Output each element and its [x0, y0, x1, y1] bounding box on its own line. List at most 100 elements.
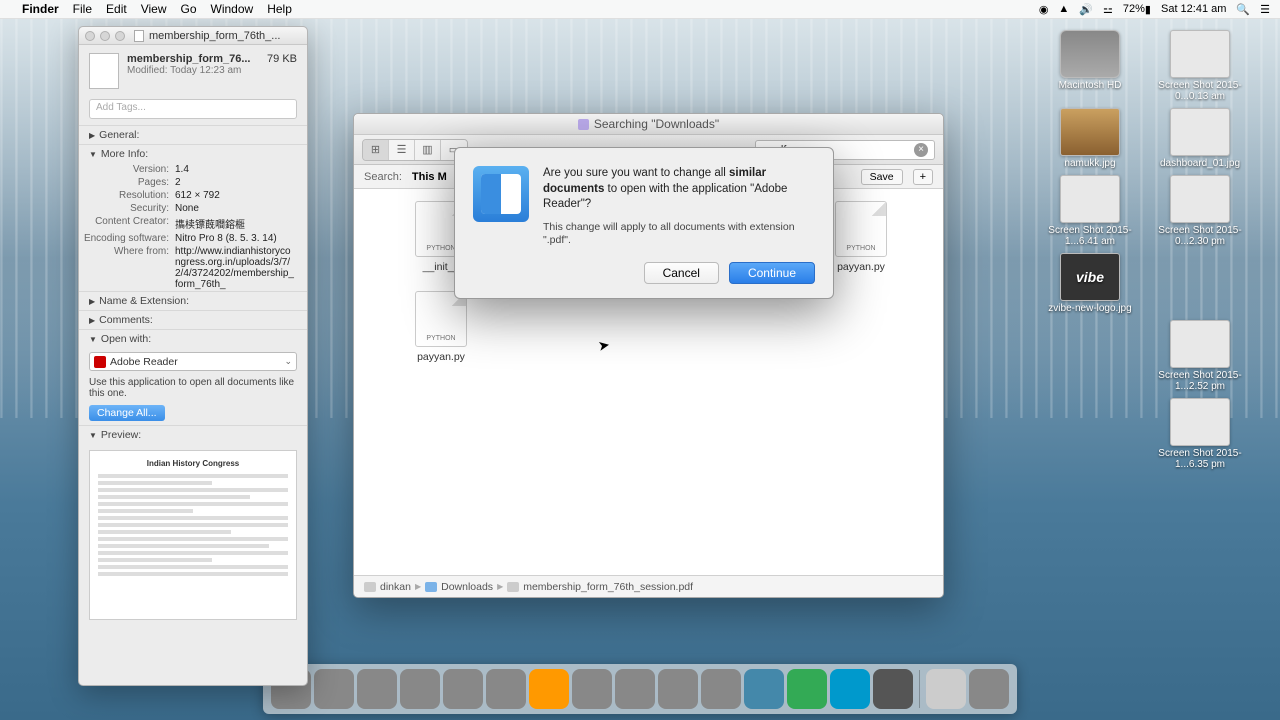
dock-calendar-icon[interactable] [486, 669, 526, 709]
sync-icon[interactable]: ◉ [1039, 3, 1049, 16]
menu-view[interactable]: View [141, 2, 167, 16]
home-icon[interactable] [364, 582, 376, 592]
list-view-icon[interactable]: ☰ [389, 140, 415, 160]
dialog-info: This change will apply to all documents … [543, 221, 815, 248]
app-name[interactable]: Finder [22, 2, 59, 16]
dock-app-icon[interactable] [873, 669, 913, 709]
save-search-button[interactable]: Save [861, 169, 903, 185]
python-file-icon: PYTHON [415, 291, 467, 347]
column-view-icon[interactable]: ▥ [415, 140, 441, 160]
desktop-icon[interactable]: Macintosh HD [1040, 30, 1140, 102]
section-comments[interactable]: ▶Comments: [79, 310, 307, 329]
confirm-dialog: Are you sure you want to change all simi… [454, 147, 834, 299]
dock-itunes-icon[interactable] [572, 669, 612, 709]
menu-edit[interactable]: Edit [106, 2, 127, 16]
dock-vlc-icon[interactable] [701, 669, 741, 709]
dock-app-icon[interactable] [744, 669, 784, 709]
dock-app-icon[interactable] [529, 669, 569, 709]
scope-label: Search: [364, 171, 402, 183]
info-security: None [175, 203, 295, 214]
section-nameext[interactable]: ▶Name & Extension: [79, 291, 307, 310]
file-icon[interactable] [507, 582, 519, 592]
section-openwith[interactable]: ▼Open with: [79, 329, 307, 348]
desktop-icon[interactable]: Screen Shot 2015-0...0.13 am [1150, 30, 1250, 102]
folder-icon[interactable] [425, 582, 437, 592]
info-modified: Modified: Today 12:23 am [127, 65, 297, 76]
desktop-icon[interactable]: Screen Shot 2015-1...6.41 am [1040, 175, 1140, 247]
dock-separator [919, 670, 920, 708]
finder-app-icon [473, 166, 529, 222]
info-pages: 2 [175, 177, 295, 188]
dock-app-icon[interactable] [830, 669, 870, 709]
menu-help[interactable]: Help [267, 2, 292, 16]
python-file-icon: PYTHON [835, 201, 887, 257]
dock [263, 664, 1017, 714]
section-preview[interactable]: ▼Preview: [79, 425, 307, 444]
dock-app-icon[interactable] [787, 669, 827, 709]
section-general[interactable]: ▶General: [79, 125, 307, 144]
file-item[interactable]: PYTHONpayyan.py [406, 291, 476, 363]
zoom-icon[interactable] [115, 31, 125, 41]
section-moreinfo[interactable]: ▼More Info: [79, 144, 307, 163]
desktop-icons: Macintosh HD Screen Shot 2015-0...0.13 a… [1040, 30, 1260, 470]
dock-launchpad-icon[interactable] [314, 669, 354, 709]
mouse-cursor-icon: ➤ [597, 336, 612, 355]
desktop-icon[interactable]: vibezvibe-new-logo.jpg [1040, 253, 1140, 314]
continue-button[interactable]: Continue [729, 262, 815, 284]
dialog-message: Are you sure you want to change all simi… [543, 166, 815, 213]
scope-selected[interactable]: This M [412, 171, 447, 183]
dock-appstore-icon[interactable] [658, 669, 698, 709]
add-criteria-button[interactable]: + [913, 169, 933, 185]
info-title: membership_form_76th_... [149, 30, 280, 42]
battery-status[interactable]: 72% ▮ [1123, 3, 1151, 16]
openwith-help: Use this application to open all documen… [79, 375, 307, 401]
desktop-icon[interactable]: Screen Shot 2015-1...6.35 pm [1150, 398, 1250, 470]
adobe-reader-icon [94, 356, 106, 368]
desktop-icon[interactable]: namukk.jpg [1040, 108, 1140, 169]
menu-file[interactable]: File [73, 2, 92, 16]
chevron-updown-icon: ⌄ [284, 356, 292, 367]
dock-trash-icon[interactable] [969, 669, 1009, 709]
notification-icon[interactable]: ▲ [1058, 3, 1069, 15]
menu-window[interactable]: Window [211, 2, 254, 16]
clear-search-icon[interactable]: × [914, 143, 928, 157]
tags-input[interactable]: Add Tags... [89, 99, 297, 119]
spotlight-icon[interactable]: 🔍 [1236, 3, 1250, 16]
desktop-icon[interactable]: Screen Shot 2015-0...2.30 pm [1150, 175, 1250, 247]
desktop-icon[interactable]: Screen Shot 2015-1...2.52 pm [1150, 320, 1250, 392]
view-mode-segment[interactable]: ⊞ ☰ ▥ ▭ [362, 139, 468, 161]
info-creator: 㩦椟镖蔇嚪鎔㮜 [175, 216, 295, 231]
info-titlebar[interactable]: membership_form_76th_... [79, 27, 307, 45]
dock-downloads-icon[interactable] [926, 669, 966, 709]
cancel-button[interactable]: Cancel [644, 262, 719, 284]
dock-safari-icon[interactable] [400, 669, 440, 709]
info-version: 1.4 [175, 164, 295, 175]
clock[interactable]: Sat 12:41 am [1161, 3, 1226, 15]
info-filename: membership_form_76... [127, 53, 251, 65]
dock-settings-icon[interactable] [615, 669, 655, 709]
close-icon[interactable] [85, 31, 95, 41]
info-resolution: 612 × 792 [175, 190, 295, 201]
change-all-button[interactable]: Change All... [89, 405, 165, 421]
desktop-icon[interactable]: dashboard_01.jpg [1150, 108, 1250, 169]
file-thumb-icon [89, 53, 119, 89]
menubar: Finder File Edit View Go Window Help ◉ ▲… [0, 0, 1280, 19]
document-icon [134, 30, 144, 42]
preview-thumbnail: Indian History Congress [89, 450, 297, 620]
menu-go[interactable]: Go [181, 2, 197, 16]
folder-icon [578, 119, 589, 130]
get-info-panel: membership_form_76th_... membership_form… [78, 26, 308, 686]
info-encoding: Nitro Pro 8 (8. 5. 3. 14) [175, 233, 295, 244]
minimize-icon[interactable] [100, 31, 110, 41]
icon-view-icon[interactable]: ⊞ [363, 140, 389, 160]
finder-titlebar[interactable]: Searching "Downloads" [354, 114, 943, 135]
volume-icon[interactable]: 🔊 [1079, 3, 1093, 16]
wifi-icon[interactable]: ⚍ [1103, 3, 1113, 16]
notification-center-icon[interactable]: ☰ [1260, 3, 1270, 16]
dock-mail-icon[interactable] [443, 669, 483, 709]
path-bar: dinkan ▶ Downloads ▶ membership_form_76t… [354, 575, 943, 597]
dock-chrome-icon[interactable] [357, 669, 397, 709]
info-wherefrom: http://www.indianhistorycongress.org.in/… [175, 246, 295, 290]
openwith-select[interactable]: Adobe Reader ⌄ [89, 352, 297, 371]
file-item[interactable]: PYTHONpayyan.py [826, 201, 896, 273]
